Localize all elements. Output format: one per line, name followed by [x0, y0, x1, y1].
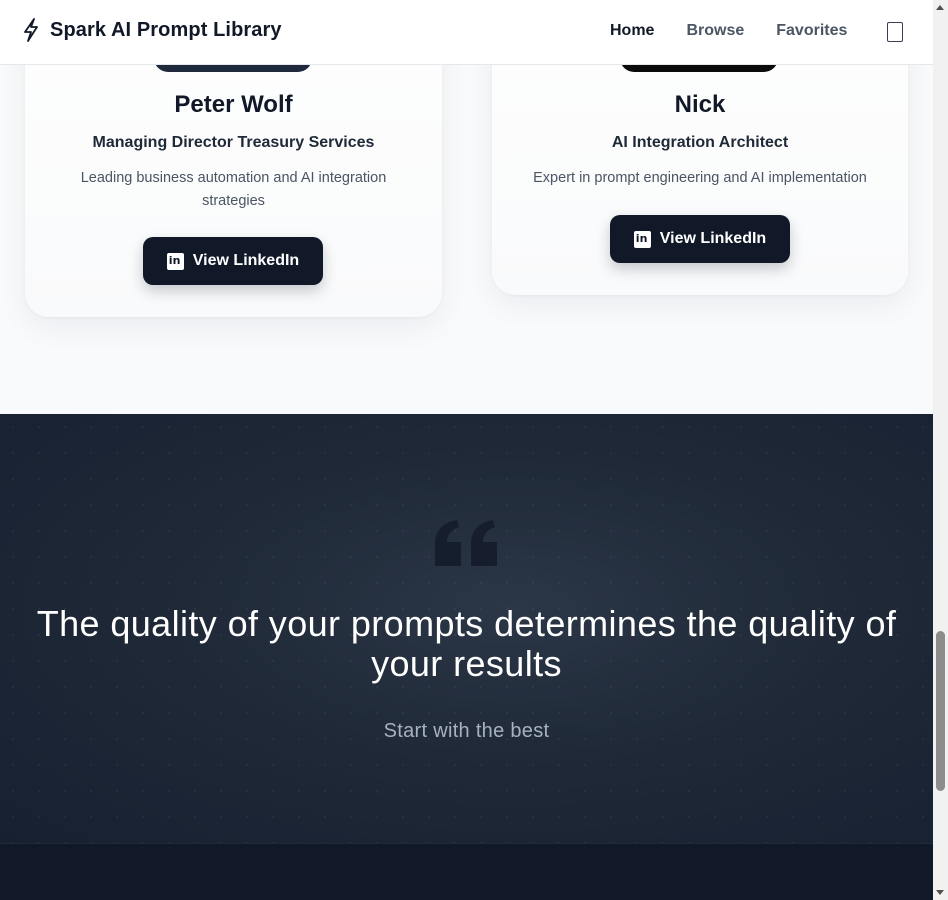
quote-text: The quality of your prompts determines t… [36, 603, 897, 684]
scroll-up-arrow-icon[interactable] [936, 5, 944, 10]
nav-favorites[interactable]: Favorites [776, 22, 847, 40]
person-description: Expert in prompt engineering and AI impl… [533, 170, 867, 186]
person-role: AI Integration Architect [611, 134, 789, 151]
linkedin-icon: in [166, 252, 184, 270]
person-name: Peter Wolf [174, 91, 293, 118]
scroll-down-arrow-icon[interactable] [936, 890, 944, 895]
footer [0, 843, 933, 900]
view-linkedin-button[interactable]: in View LinkedIn [610, 215, 790, 263]
vertical-scrollbar[interactable] [933, 0, 948, 900]
person-role: Managing Director Treasury Services [92, 134, 375, 151]
view-linkedin-label: View LinkedIn [659, 230, 767, 247]
quote-mark-icon [433, 518, 501, 573]
page-viewport: Peter Wolf Managing Director Treasury Se… [0, 0, 933, 900]
nav-home[interactable]: Home [610, 22, 654, 40]
person-name: Nick [674, 91, 726, 118]
linkedin-icon: in [633, 230, 651, 248]
brand-title: Spark AI Prompt Library [50, 18, 282, 41]
nav-browse[interactable]: Browse [686, 22, 744, 40]
view-linkedin-button[interactable]: in View LinkedIn [143, 237, 323, 285]
lightning-bolt-icon [22, 18, 40, 42]
theme-toggle-icon[interactable] [887, 22, 903, 42]
main-nav: Home Browse Favorites [610, 22, 847, 40]
scroll-thumb[interactable] [936, 631, 945, 791]
quote-subtitle: Start with the best [383, 720, 550, 742]
quote-section: The quality of your prompts determines t… [0, 414, 933, 843]
view-linkedin-label: View LinkedIn [192, 252, 300, 269]
top-navbar: Spark AI Prompt Library Home Browse Favo… [0, 0, 933, 65]
person-description: Leading business automation and AI integ… [80, 170, 387, 209]
brand-logo-link[interactable]: Spark AI Prompt Library [22, 18, 282, 42]
